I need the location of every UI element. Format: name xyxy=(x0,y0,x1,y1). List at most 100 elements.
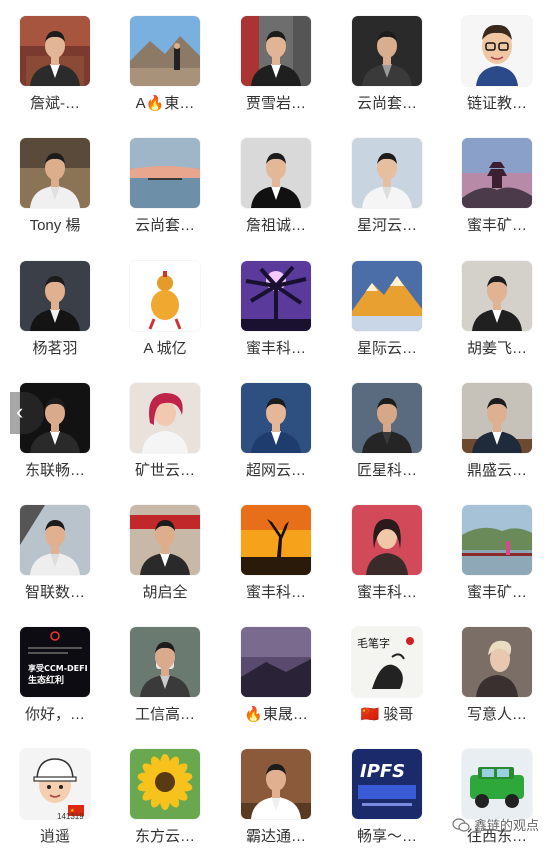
contact-item[interactable]: 匠星科… xyxy=(339,383,435,497)
contact-grid: 詹斌-… A🔥東… 贾雪岩… 云尚套… 链证教… Tony 楊 云尚套… 詹祖诚… 星… xyxy=(0,0,553,855)
avatar-image xyxy=(241,138,311,208)
contact-item[interactable]: 星际云… xyxy=(339,261,435,375)
contact-name: 詹斌-… xyxy=(30,95,80,112)
contact-item[interactable]: 蜜丰矿… xyxy=(449,138,545,252)
contact-avatar[interactable] xyxy=(352,383,422,453)
contact-item[interactable]: 詹祖诚… xyxy=(228,138,324,252)
contact-name: A🔥東… xyxy=(135,95,195,112)
avatar-image xyxy=(130,505,200,575)
avatar-image xyxy=(352,261,422,331)
contact-item[interactable]: 往西东… xyxy=(449,749,545,863)
contact-avatar[interactable] xyxy=(130,16,200,86)
contact-item[interactable]: 蜜丰科… xyxy=(228,261,324,375)
contact-avatar[interactable] xyxy=(462,16,532,86)
contact-name: 🇨🇳 骏哥 xyxy=(360,706,414,723)
contact-item[interactable]: 矿世云… xyxy=(117,383,213,497)
contact-avatar[interactable] xyxy=(241,383,311,453)
contact-item[interactable]: 享受CCM-DEFI 生态红利 你好，… xyxy=(7,627,103,741)
contact-avatar[interactable] xyxy=(462,261,532,331)
contact-item[interactable]: IPFS 畅享～… xyxy=(339,749,435,863)
contact-item[interactable]: 超网云… xyxy=(228,383,324,497)
avatar-image xyxy=(462,261,532,331)
contact-item[interactable]: 🔥東晟… xyxy=(228,627,324,741)
contact-avatar[interactable] xyxy=(462,505,532,575)
contact-item[interactable]: 云尚套… xyxy=(117,138,213,252)
contact-item[interactable]: 胡启全 xyxy=(117,505,213,619)
contact-item[interactable]: 詹斌-… xyxy=(7,16,103,130)
contact-item[interactable]: A🔥東… xyxy=(117,16,213,130)
contact-avatar[interactable] xyxy=(352,138,422,208)
avatar-image xyxy=(20,505,90,575)
contact-avatar[interactable] xyxy=(130,138,200,208)
contact-name: 蜜丰矿… xyxy=(466,584,527,601)
contact-avatar[interactable] xyxy=(20,16,90,86)
contact-name: 东联畅… xyxy=(24,462,85,479)
contact-avatar[interactable] xyxy=(20,505,90,575)
contact-item[interactable]: 智联数… xyxy=(7,505,103,619)
avatar-image xyxy=(462,16,532,86)
contact-item[interactable]: Tony 楊 xyxy=(7,138,103,252)
contact-item[interactable]: 胡姜飞… xyxy=(449,261,545,375)
contact-item[interactable]: ★ 逍遥 xyxy=(7,749,103,863)
contact-avatar[interactable]: IPFS xyxy=(352,749,422,819)
contact-avatar[interactable] xyxy=(241,627,311,697)
contact-item[interactable]: 写意人… xyxy=(449,627,545,741)
contact-name: 畅享～… xyxy=(356,828,417,845)
avatar-image: IPFS xyxy=(352,749,422,819)
contact-name: Tony 楊 xyxy=(29,217,81,234)
contact-avatar[interactable] xyxy=(130,261,200,331)
contact-avatar[interactable] xyxy=(352,16,422,86)
avatar-image xyxy=(462,138,532,208)
contact-name: 鼎盛云… xyxy=(466,462,527,479)
contact-item[interactable]: 鼎盛云… xyxy=(449,383,545,497)
contact-avatar[interactable] xyxy=(462,383,532,453)
contact-item[interactable]: 链证教… xyxy=(449,16,545,130)
contact-avatar[interactable] xyxy=(462,627,532,697)
contact-name: 杨茗羽 xyxy=(32,340,78,357)
contact-name: 🔥東晟… xyxy=(244,706,308,723)
contact-name: 贾雪岩… xyxy=(245,95,306,112)
contact-avatar[interactable] xyxy=(462,749,532,819)
contact-avatar[interactable] xyxy=(241,261,311,331)
contact-avatar[interactable] xyxy=(130,505,200,575)
contact-avatar[interactable] xyxy=(241,16,311,86)
contact-item[interactable]: 云尚套… xyxy=(339,16,435,130)
contact-item[interactable]: 工信高… xyxy=(117,627,213,741)
svg-text:毛笔字: 毛笔字 xyxy=(357,636,390,650)
contact-name: 写意人… xyxy=(466,706,527,723)
contact-item[interactable]: 杨茗羽 xyxy=(7,261,103,375)
contact-item[interactable]: 蜜丰科… xyxy=(228,505,324,619)
contact-name: 矿世云… xyxy=(134,462,195,479)
poster-line1: 享受CCM-DEFI xyxy=(28,663,88,673)
avatar-image xyxy=(20,261,90,331)
contact-item[interactable]: 蜜丰矿… xyxy=(449,505,545,619)
contact-avatar[interactable] xyxy=(130,383,200,453)
avatar-image xyxy=(130,261,200,331)
contact-avatar[interactable] xyxy=(241,505,311,575)
contact-avatar[interactable] xyxy=(130,749,200,819)
contact-avatar[interactable] xyxy=(462,138,532,208)
contact-name: A 城亿 xyxy=(143,340,187,357)
contact-item[interactable]: 毛笔字 🇨🇳 骏哥 xyxy=(339,627,435,741)
avatar-image xyxy=(462,627,532,697)
contact-avatar[interactable]: 享受CCM-DEFI 生态红利 xyxy=(20,627,90,697)
contact-item[interactable]: 贾雪岩… xyxy=(228,16,324,130)
contact-avatar[interactable] xyxy=(20,261,90,331)
contact-item[interactable]: 星河云… xyxy=(339,138,435,252)
contact-avatar[interactable]: 毛笔字 xyxy=(352,627,422,697)
contact-avatar[interactable] xyxy=(20,138,90,208)
contact-avatar[interactable] xyxy=(352,505,422,575)
contact-avatar[interactable]: ★ xyxy=(20,749,90,819)
contact-item[interactable]: 蜜丰科… xyxy=(339,505,435,619)
contact-item[interactable]: 霸达通… xyxy=(228,749,324,863)
contact-avatar[interactable] xyxy=(130,627,200,697)
contact-avatar[interactable] xyxy=(352,261,422,331)
contact-name: 星河云… xyxy=(356,217,417,234)
contact-name: 云尚套… xyxy=(134,217,195,234)
contact-item[interactable]: A 城亿 xyxy=(117,261,213,375)
contact-item[interactable]: 东方云… xyxy=(117,749,213,863)
avatar-image: ★ xyxy=(20,749,90,819)
contact-name: 胡姜飞… xyxy=(466,340,527,357)
contact-avatar[interactable] xyxy=(241,138,311,208)
contact-avatar[interactable] xyxy=(241,749,311,819)
